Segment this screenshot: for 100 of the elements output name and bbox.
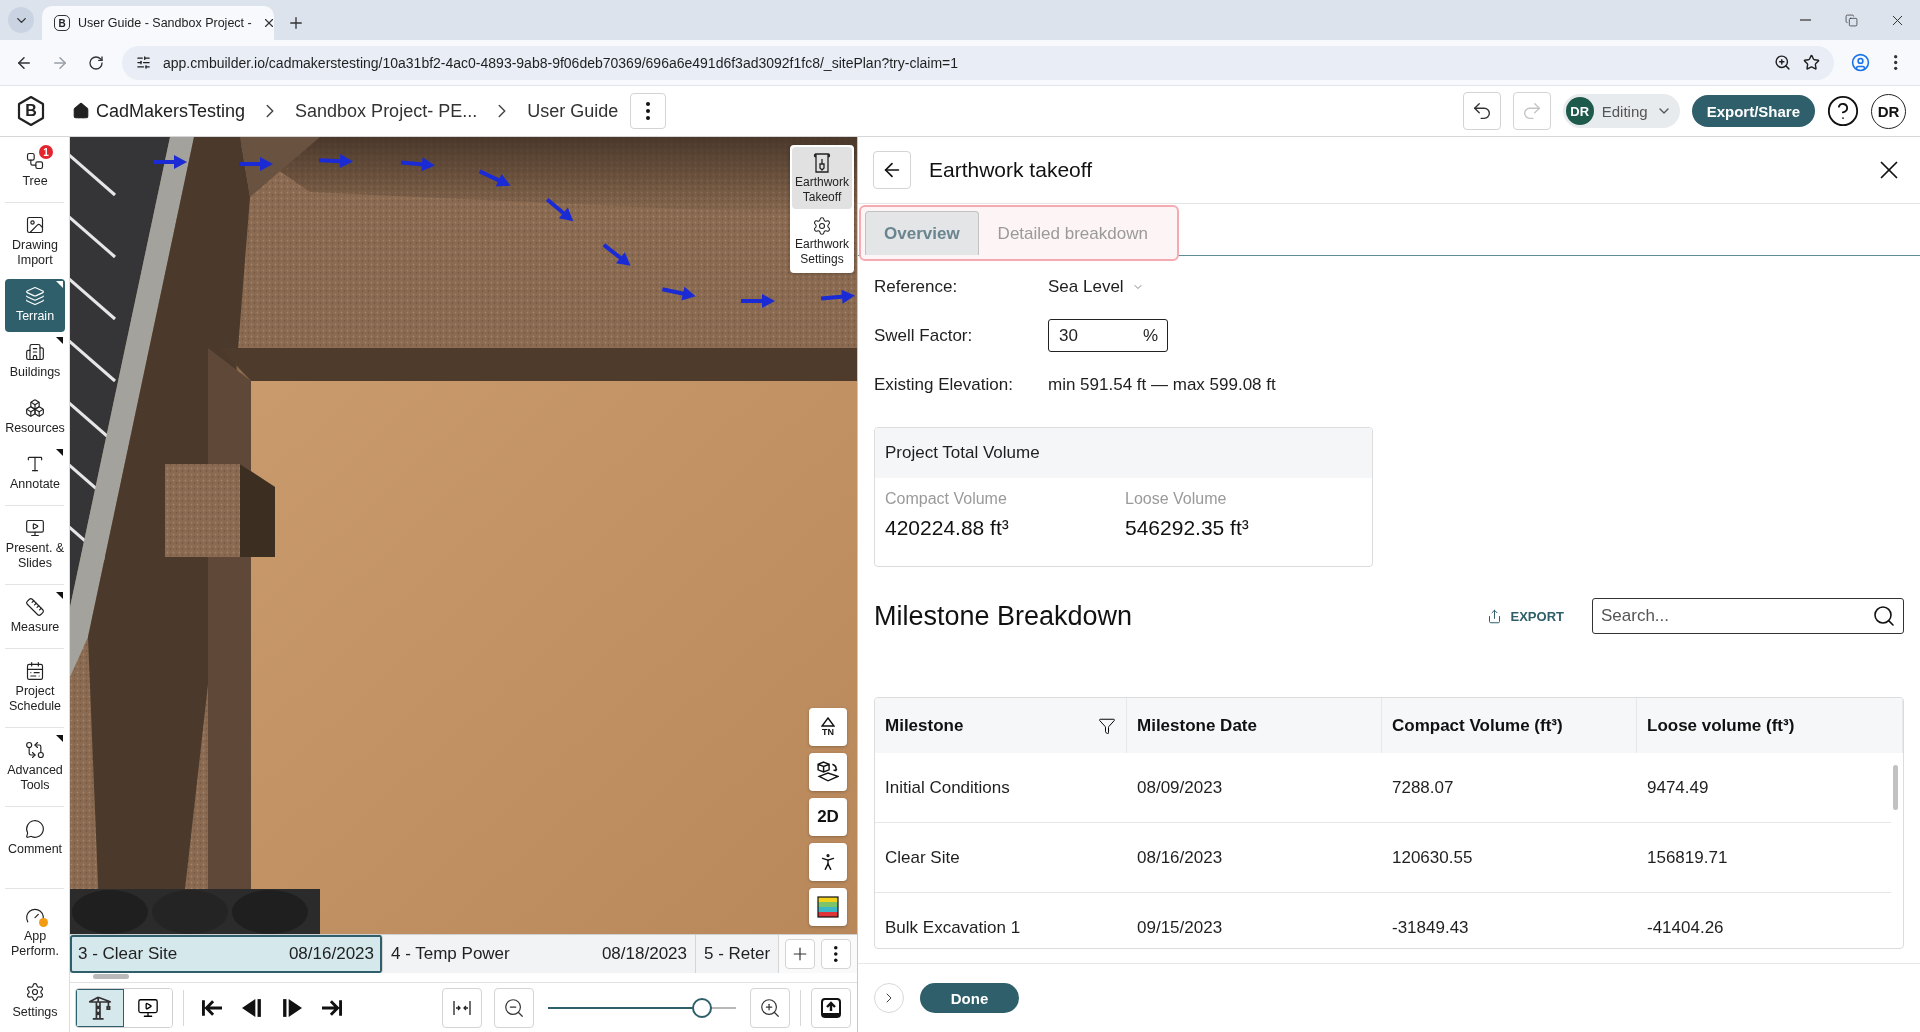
calendar-icon [25,661,45,681]
color-layers-icon [817,896,839,918]
section-heading: Milestone Breakdown [874,600,1133,632]
mode-dropdown[interactable]: DR Editing [1562,94,1680,128]
sidebar-item[interactable]: App Perform. [5,899,65,967]
sidebar-item[interactable]: Buildings [5,335,65,388]
step-forward-icon [282,998,302,1017]
earthwork-tool-button[interactable]: Earthwork Takeoff [792,147,852,209]
crane-icon [88,995,112,1020]
skip-end-icon [322,998,342,1017]
done-button[interactable]: Done [920,983,1019,1013]
metric-label: Compact Volume [885,490,1007,508]
metric-label: Loose Volume [1125,490,1227,508]
field-label: Existing Elevation: [874,374,1013,395]
panel-title: Earthwork takeoff [929,158,1093,182]
sidebar-item[interactable]: Resources [5,391,65,444]
metric-value: 546292.35 ft³ [1125,516,1249,540]
view-mode-button[interactable] [76,988,124,1027]
tab-list-button[interactable] [8,7,34,33]
export-link[interactable]: EXPORT [1486,608,1564,624]
branch-arrows-icon [25,740,45,760]
image-icon [25,215,45,235]
undo-button[interactable] [1462,92,1501,130]
table-cell-text: Bulk Excavation 1 [884,916,1022,939]
text-icon [25,454,45,474]
scrollbar-thumb[interactable] [93,974,129,979]
site-favicon: B [54,15,70,31]
more-button[interactable] [630,93,667,129]
upload-icon [821,997,841,1018]
account-button[interactable]: DR [1871,93,1906,129]
sidebar-item[interactable]: Present. & Slides [5,511,65,579]
add-milestone-button[interactable] [785,939,815,969]
table-cell-text: 08/09/2023 [1136,776,1224,799]
upload-button[interactable] [811,987,851,1028]
metric-value: 420224.88 ft³ [885,516,1009,540]
help-button[interactable] [1825,93,1861,129]
kebab-icon [646,102,651,120]
sidebar-item[interactable]: Project Schedule [5,654,65,722]
scrollbar-thumb[interactable] [1893,765,1898,810]
kebab-icon [834,946,838,962]
monitor-play-icon [25,518,45,538]
table-cell-text: -31849.43 [1391,916,1470,939]
zoom-out-button[interactable] [494,987,534,1028]
app-logo[interactable]: B [16,95,46,127]
column-header: Milestone [885,715,964,736]
fit-button[interactable] [442,987,482,1028]
home-icon [72,102,90,120]
sidebar-item[interactable]: Measure [5,590,65,643]
table-cell-text: 156819.71 [1646,846,1729,869]
table-cell-text: 09/15/2023 [1136,916,1224,939]
slider-thumb[interactable] [692,997,713,1018]
document-icon [812,152,832,174]
skip-start-icon [202,998,222,1017]
zoom-in-button[interactable] [750,987,790,1028]
milestone-tab[interactable]: 3 - Clear Site 08/16/2023 [70,935,383,973]
field-value: min 591.54 ft — max 599.08 ft [1048,374,1276,395]
fit-width-icon [453,999,471,1016]
search-field[interactable]: Search... [1592,598,1904,634]
field-label: Swell Factor: [874,325,973,346]
unit-label: % [1142,325,1158,346]
column-header: Compact Volume (ft³) [1392,715,1563,736]
profile-icon [1850,53,1870,72]
more-button[interactable] [821,939,851,969]
zoom-out-icon [503,996,525,1019]
settings-icon [25,982,45,1002]
sidebar-item[interactable]: Terrain [5,279,65,332]
export-share-button[interactable]: Export/Share [1691,95,1815,127]
filter-button[interactable] [1098,716,1116,735]
breadcrumb-link[interactable]: CadMakersTesting [72,100,246,122]
sidebar-item[interactable]: Annotate [5,447,65,500]
breadcrumb-link[interactable]: User Guide [527,100,619,122]
notification-badge: 1 [39,145,53,159]
kebab-icon [1894,55,1898,70]
sidebar-item[interactable]: 1 Tree [5,144,65,197]
sidebar-item[interactable]: Drawing Import [5,208,65,276]
monitor-play-icon [137,996,159,1019]
zoom-in-icon [759,996,781,1019]
sidebar-item[interactable]: Comment [5,812,65,865]
view-rotate-button[interactable] [809,753,847,791]
address-bar[interactable]: app.cmbuilder.io/cadmakerstesting/10a31bf2-4ac0-4893-9ab8-9f06deb70369/696a6e491d6f3ad3092f1fc8/_sitePlan?try-claim=1 [122,45,1834,80]
north-button[interactable]: TN [809,708,847,746]
browser-tab[interactable]: B User Guide - Sandbox Project - [42,6,274,40]
zoom-icon [1774,54,1791,71]
breadcrumb-link[interactable]: Sandbox Project- PE... [295,100,478,122]
color-layers-button[interactable] [809,888,847,926]
speech-bubble-icon [25,819,45,839]
share-icon [1486,608,1502,624]
column-header: Milestone Date [1137,715,1257,736]
tree-icon [25,151,45,171]
back-button[interactable] [873,151,911,189]
person-view-button[interactable] [809,843,847,881]
table-cell-text: -41404.26 [1646,916,1725,939]
reference-select[interactable]: Sea Level [1048,276,1144,297]
settings-icon [812,216,832,236]
card-title: Project Total Volume [885,443,1040,463]
sidebar-item[interactable]: Settings [5,975,65,1028]
table-cell-text: 7288.07 [1391,776,1455,799]
view-mode-button[interactable]: 2D [809,798,847,836]
sidebar-item[interactable]: Advanced Tools [5,733,65,801]
table-cell-text: 9474.49 [1646,776,1710,799]
